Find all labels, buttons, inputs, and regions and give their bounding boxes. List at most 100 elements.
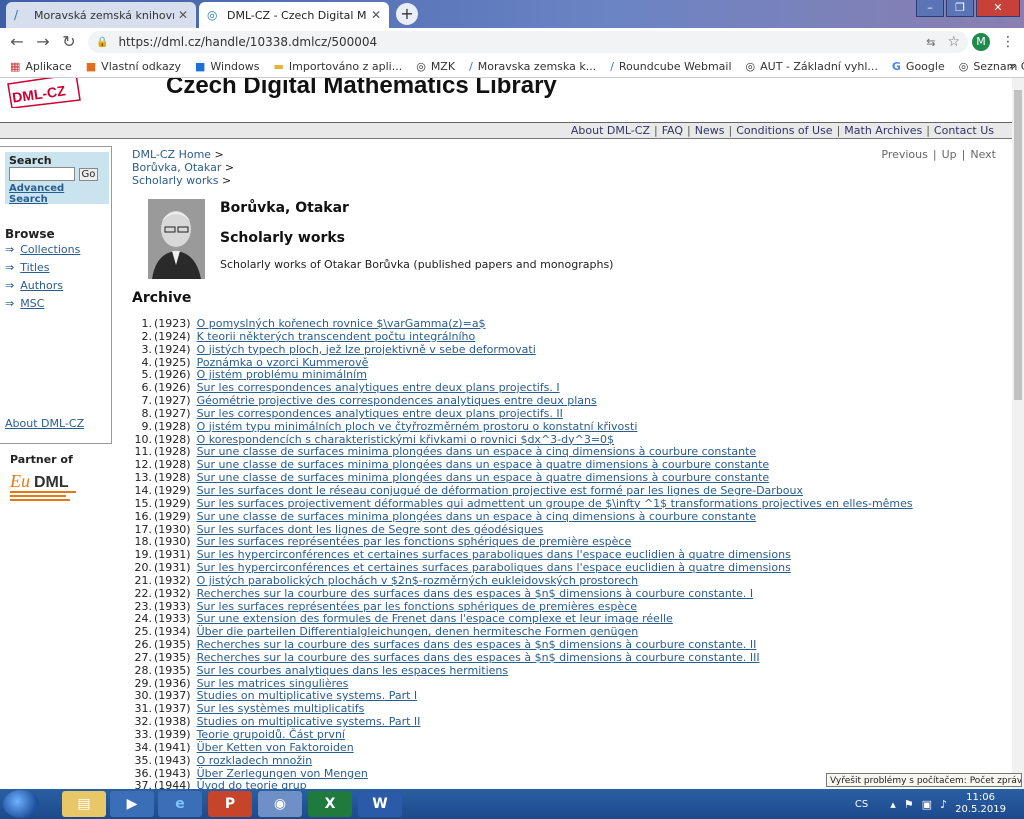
work-title-link[interactable]: Über Ketten von Faktoroiden bbox=[197, 741, 354, 754]
work-title-link[interactable]: Poznámka o vzorci Kummerově bbox=[197, 356, 369, 369]
work-title-link[interactable]: Sur les surfaces dont le réseau conjugué… bbox=[197, 484, 803, 497]
work-title-link[interactable]: Sur les correspondences analytiques entr… bbox=[197, 381, 560, 394]
bookmark-google[interactable]: G Google bbox=[892, 60, 945, 73]
work-title-link[interactable]: Úvod do teorie grup bbox=[197, 779, 307, 789]
chevron-up-icon[interactable]: ▴ bbox=[890, 798, 896, 811]
bookmark-moravska[interactable]: / Moravska zemska k... bbox=[469, 60, 596, 73]
media-player-icon[interactable]: ▶ bbox=[110, 791, 154, 817]
browse-authors[interactable]: ⇒ Authors bbox=[5, 279, 80, 297]
bookmark-imported[interactable]: ▬ Importováno z apli... bbox=[274, 60, 403, 73]
reload-button[interactable]: ↻ bbox=[60, 33, 78, 51]
work-title-link[interactable]: Teorie grupoidů. Část první bbox=[197, 728, 345, 741]
previous-link[interactable]: Previous bbox=[881, 148, 928, 161]
next-link[interactable]: Next bbox=[970, 148, 996, 161]
bookmark-mzk[interactable]: ◎ MZK bbox=[416, 60, 455, 73]
work-title-link[interactable]: Sur les systèmes multiplicatifs bbox=[197, 702, 365, 715]
minimize-button[interactable]: – bbox=[916, 0, 944, 17]
work-title-link[interactable]: O jistém typu minimálních ploch ve čtyřr… bbox=[197, 420, 638, 433]
explorer-icon[interactable]: ▤ bbox=[62, 791, 106, 817]
work-title-link[interactable]: O pomyslných kořenech rovnice $\varGamma… bbox=[197, 317, 486, 330]
menu-icon[interactable]: ⋮ bbox=[1000, 33, 1016, 51]
work-title-link[interactable]: Sur les matrices singulières bbox=[197, 677, 349, 690]
bookmark-custom[interactable]: ■ Vlastní odkazy bbox=[86, 60, 181, 73]
volume-icon[interactable]: ♪ bbox=[940, 798, 947, 811]
breadcrumb-author[interactable]: Borůvka, Otakar bbox=[132, 161, 221, 174]
eudml-logo[interactable]: Eu DML bbox=[10, 469, 80, 503]
nav-about[interactable]: About DML-CZ bbox=[571, 124, 650, 137]
work-title-link[interactable]: Sur les surfaces représentées par les fo… bbox=[197, 600, 637, 613]
chevron-right-icon[interactable]: » bbox=[1009, 59, 1016, 73]
work-title-link[interactable]: Recherches sur la courbure des surfaces … bbox=[197, 638, 757, 651]
translate-icon[interactable]: ⇆ bbox=[926, 36, 935, 49]
bookmark-roundcube[interactable]: / Roundcube Webmail bbox=[610, 60, 731, 73]
nav-contact[interactable]: Contact Us bbox=[934, 124, 994, 137]
vertical-scrollbar[interactable] bbox=[1012, 78, 1024, 789]
work-title-link[interactable]: Sur les surfaces dont les lignes de Segr… bbox=[197, 523, 544, 536]
new-tab-button[interactable]: + bbox=[396, 3, 418, 25]
word-icon[interactable]: W bbox=[358, 791, 402, 817]
bookmark-aut[interactable]: ◎ AUT - Základní vyhl... bbox=[746, 60, 878, 73]
work-title-link[interactable]: Sur une classe de surfaces minima plongé… bbox=[197, 471, 770, 484]
excel-icon[interactable]: X bbox=[308, 791, 352, 817]
work-title-link[interactable]: Sur une extension des formules de Frenet… bbox=[197, 612, 673, 625]
nav-conditions[interactable]: Conditions of Use bbox=[736, 124, 832, 137]
work-title-link[interactable]: O rozkladech množin bbox=[197, 754, 313, 767]
nav-news[interactable]: News bbox=[695, 124, 725, 137]
bookmark-star-icon[interactable]: ☆ bbox=[947, 34, 960, 50]
flag-icon[interactable]: ⚑ bbox=[904, 798, 914, 811]
breadcrumb-collection[interactable]: Scholarly works bbox=[132, 174, 218, 187]
work-title-link[interactable]: Über Zerlegungen von Mengen bbox=[197, 767, 368, 780]
work-title-link[interactable]: O korespondencích s charakteristickými k… bbox=[197, 433, 614, 446]
back-button[interactable]: ← bbox=[8, 33, 26, 51]
work-title-link[interactable]: Sur les hypercirconférences et certaines… bbox=[197, 561, 791, 574]
search-input[interactable] bbox=[9, 167, 75, 181]
go-button[interactable]: Go bbox=[78, 167, 99, 181]
clock[interactable]: 11:06 20.5.2019 bbox=[955, 792, 1006, 816]
work-title-link[interactable]: Über die parteilen Differentialgleichung… bbox=[197, 625, 639, 638]
dml-logo[interactable]: DML-CZ bbox=[6, 78, 86, 108]
work-title-link[interactable]: Studies on multiplicative systems. Part … bbox=[197, 715, 421, 728]
scrollbar-thumb[interactable] bbox=[1014, 90, 1022, 400]
work-title-link[interactable]: Studies on multiplicative systems. Part … bbox=[197, 689, 418, 703]
about-dml-link[interactable]: About DML-CZ bbox=[5, 417, 84, 430]
start-button[interactable] bbox=[3, 790, 39, 818]
browse-titles[interactable]: ⇒ Titles bbox=[5, 261, 80, 279]
address-bar[interactable]: 🔒 https://dml.cz/handle/10338.dmlcz/5000… bbox=[88, 31, 968, 53]
close-window-button[interactable]: ✕ bbox=[976, 0, 1020, 17]
advanced-search-link[interactable]: Advanced Search bbox=[9, 183, 105, 205]
work-title-link[interactable]: O jistých typech ploch, jež lze projekti… bbox=[197, 343, 536, 356]
network-icon[interactable]: ▣ bbox=[922, 798, 932, 811]
close-icon[interactable]: ✕ bbox=[371, 8, 381, 22]
browse-msc[interactable]: ⇒ MSC bbox=[5, 297, 80, 315]
chrome-icon[interactable]: ◉ bbox=[258, 791, 302, 817]
up-link[interactable]: Up bbox=[942, 148, 957, 161]
work-title-link[interactable]: Sur une classe de surfaces minima plongé… bbox=[197, 458, 770, 471]
work-title-link[interactable]: Sur les courbes analytiques dans les esp… bbox=[197, 664, 509, 677]
language-indicator[interactable]: CS bbox=[855, 799, 868, 810]
close-icon[interactable]: ✕ bbox=[178, 8, 188, 22]
work-title-link[interactable]: O jistém problému minimálním bbox=[197, 368, 367, 381]
browse-collections[interactable]: ⇒ Collections bbox=[5, 243, 80, 261]
tab-dml[interactable]: ◎ DML-CZ - Czech Digital Mathem ✕ bbox=[199, 2, 389, 28]
work-title-link[interactable]: Géométrie projective des correspondences… bbox=[197, 394, 597, 407]
work-title-link[interactable]: K teorii některých transcendent počtu in… bbox=[197, 330, 476, 343]
internet-explorer-icon[interactable]: e bbox=[158, 791, 202, 817]
forward-button[interactable]: → bbox=[34, 33, 52, 51]
profile-avatar[interactable]: M bbox=[972, 33, 990, 51]
work-title-link[interactable]: Sur les correspondences analytiques entr… bbox=[197, 407, 563, 420]
work-title-link[interactable]: Recherches sur la courbure des surfaces … bbox=[197, 651, 760, 664]
work-title-link[interactable]: Sur une classe de surfaces minima plongé… bbox=[197, 510, 757, 523]
work-title-link[interactable]: Sur les surfaces représentées par les fo… bbox=[197, 535, 632, 548]
bookmark-windows[interactable]: ■ Windows bbox=[195, 60, 260, 73]
nav-faq[interactable]: FAQ bbox=[662, 124, 683, 137]
restore-button[interactable]: ❐ bbox=[946, 0, 974, 17]
work-title-link[interactable]: O jistých parabolických plochách v $2n$-… bbox=[197, 574, 639, 587]
work-title-link[interactable]: Recherches sur la courbure des surfaces … bbox=[197, 587, 754, 600]
tab-mzk[interactable]: / Moravská zemská knihovna v Brn ✕ bbox=[6, 2, 196, 28]
work-title-link[interactable]: Sur les hypercirconférences et certaines… bbox=[197, 548, 791, 561]
bookmark-apps[interactable]: ▦ Aplikace bbox=[10, 60, 72, 73]
breadcrumb-home[interactable]: DML-CZ Home bbox=[132, 148, 211, 161]
nav-math-archives[interactable]: Math Archives bbox=[844, 124, 922, 137]
work-title-link[interactable]: Sur les surfaces projectivement déformab… bbox=[197, 497, 913, 510]
url-text[interactable]: https://dml.cz/handle/10338.dmlcz/500004 bbox=[118, 35, 926, 49]
